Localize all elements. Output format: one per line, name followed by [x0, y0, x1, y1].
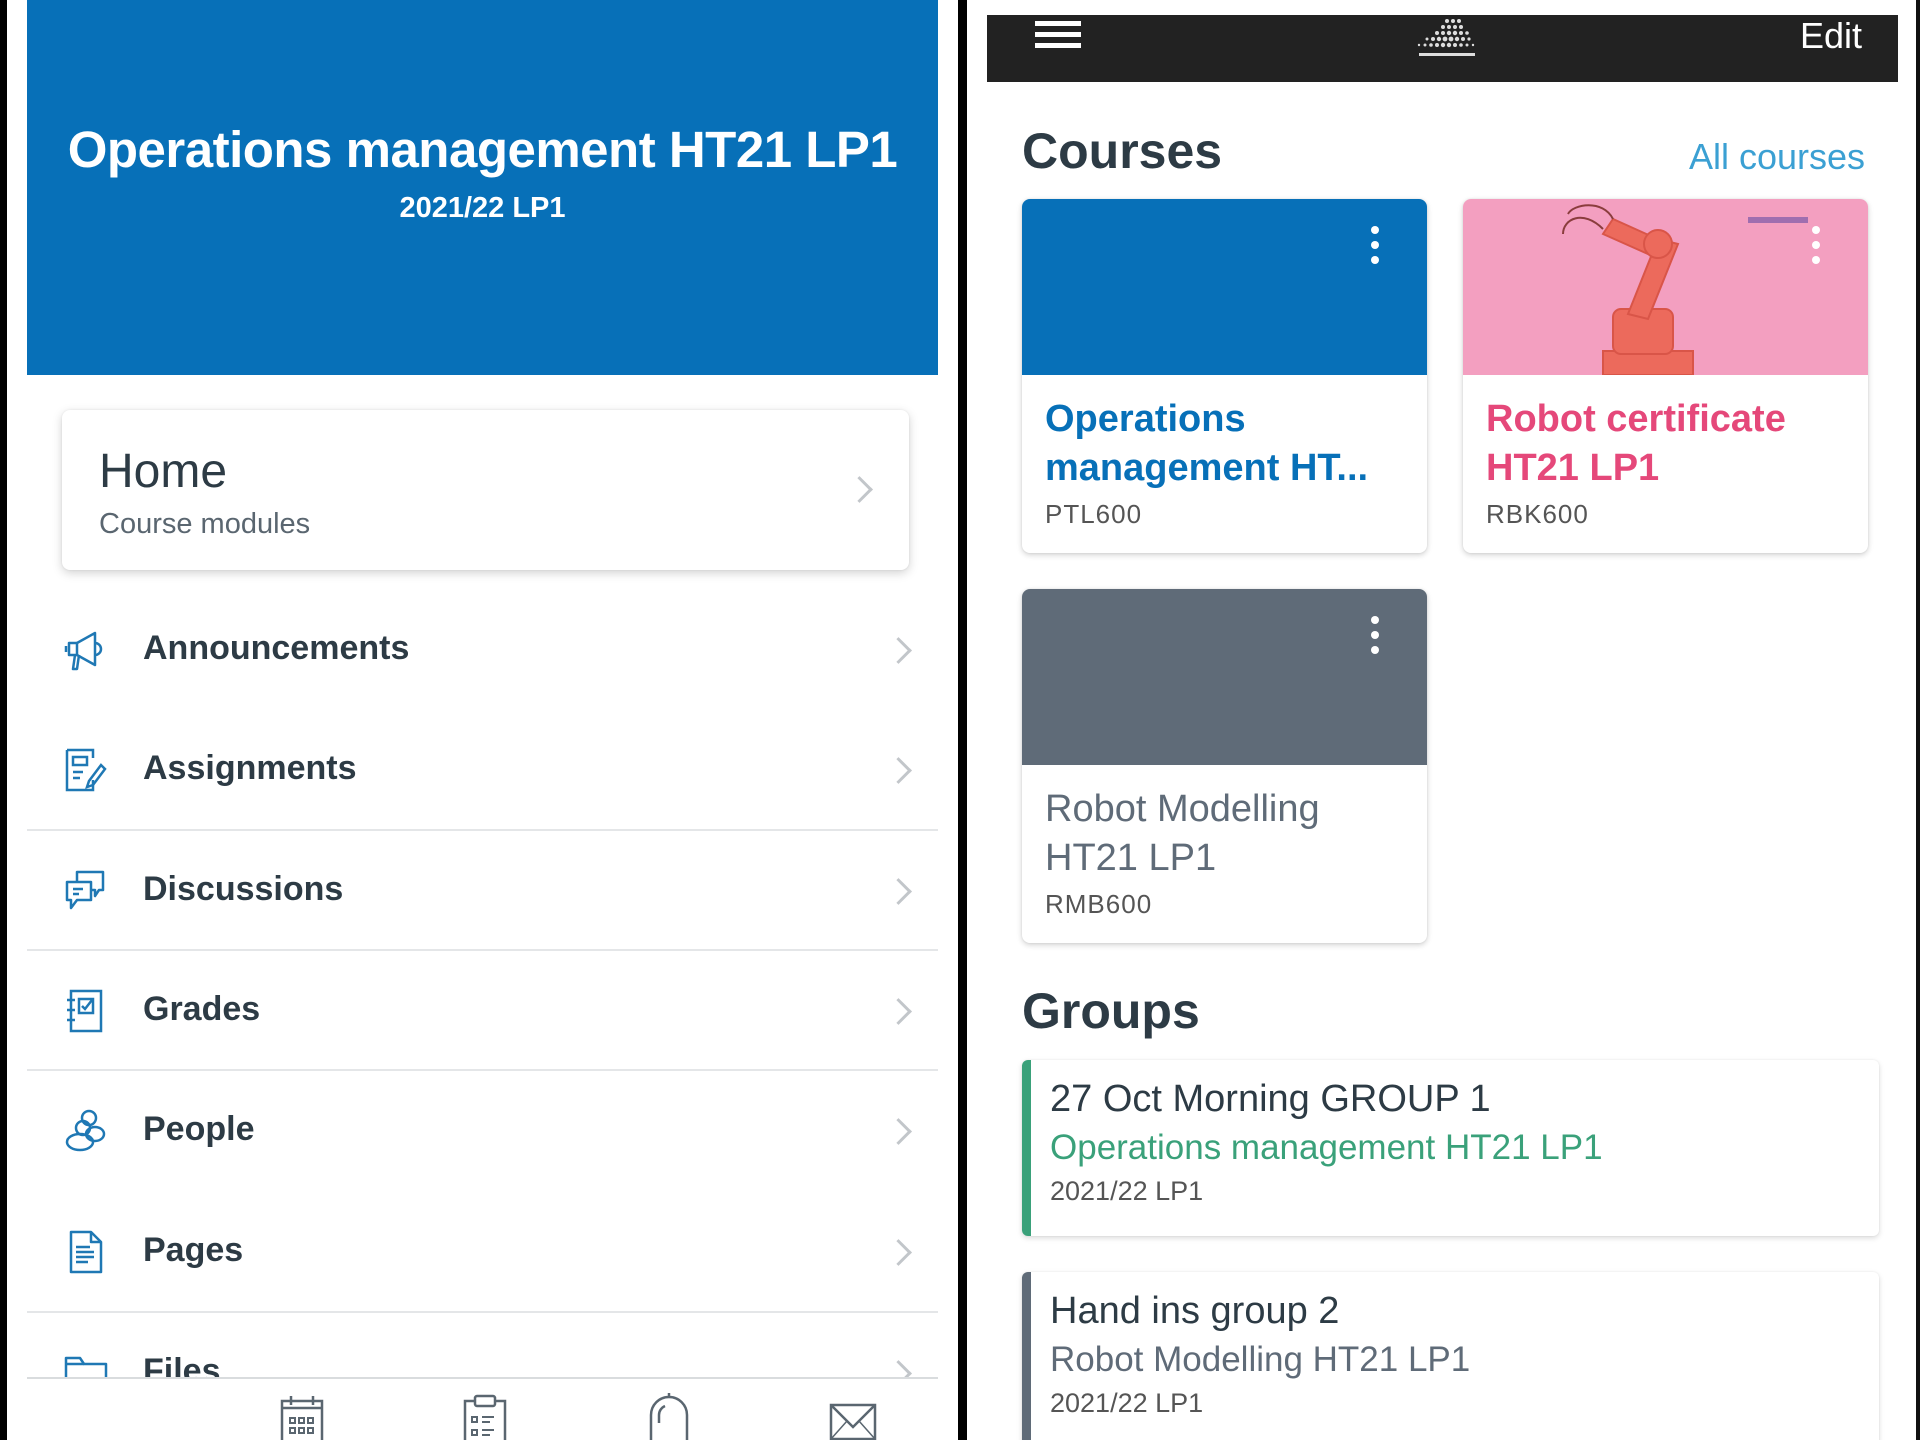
course-navigation-screen: Operations management HT21 LP1 2021/22 L…	[27, 0, 938, 1440]
course-card-code: RMB600	[1045, 889, 1153, 919]
course-card[interactable]: Operations management HT... PTL600	[1022, 199, 1427, 553]
menu-item-label: Announcements	[143, 629, 410, 667]
menu-item-people[interactable]: People	[27, 1070, 938, 1190]
dashboard-screen: Edit Courses All courses Operations mana…	[967, 0, 1916, 1440]
menu-item-assignments[interactable]: Assignments	[27, 709, 938, 829]
course-card-title: Robot Modelling HT21 LP1	[1045, 788, 1320, 879]
group-color-bar	[1022, 1272, 1031, 1440]
courses-heading: Courses	[1022, 123, 1223, 179]
course-term: 2021/22 LP1	[399, 192, 566, 224]
menu-item-announcements[interactable]: Announcements	[27, 589, 938, 709]
document-icon	[69, 1230, 103, 1274]
home-card[interactable]: Home Course modules	[62, 410, 909, 570]
menu-item-grades[interactable]: Grades	[27, 950, 938, 1070]
clipboard-icon[interactable]	[461, 1393, 509, 1440]
course-card-title: Robot certificate HT21 LP1	[1486, 398, 1786, 489]
home-subtitle: Course modules	[99, 508, 311, 540]
screen-edge	[1916, 0, 1920, 1440]
course-card-code: PTL600	[1045, 499, 1143, 529]
chevron-right-icon	[885, 637, 912, 664]
people-icon	[65, 1109, 106, 1152]
course-card-title: Operations management HT...	[1045, 398, 1369, 489]
edit-button[interactable]: Edit	[1800, 15, 1862, 57]
chevron-right-icon	[885, 998, 912, 1025]
group-color-bar	[1022, 1060, 1031, 1236]
bottom-tab-bar	[27, 1377, 938, 1440]
group-term: 2021/22 LP1	[1050, 1388, 1204, 1418]
more-options-icon[interactable]	[1367, 616, 1383, 668]
course-title: Operations management HT21 LP1	[67, 121, 898, 178]
gradebook-icon	[67, 989, 103, 1033]
chevron-right-icon	[885, 878, 912, 905]
group-card[interactable]: 27 Oct Morning GROUP 1 Operations manage…	[1022, 1060, 1879, 1236]
hamburger-icon[interactable]	[1035, 21, 1081, 57]
group-name: 27 Oct Morning GROUP 1	[1050, 1078, 1491, 1120]
university-logo	[1417, 19, 1475, 56]
course-card-code: RBK600	[1486, 499, 1589, 529]
discussion-icon	[65, 870, 105, 910]
menu-item-discussions[interactable]: Discussions	[27, 830, 938, 950]
top-navigation-bar: Edit	[987, 15, 1898, 82]
all-courses-link[interactable]: All courses	[1689, 136, 1865, 178]
chevron-right-icon	[885, 1239, 912, 1266]
group-card[interactable]: Hand ins group 2 Robot Modelling HT21 LP…	[1022, 1272, 1879, 1440]
screen-divider	[958, 0, 967, 1440]
menu-item-label: People	[143, 1110, 255, 1148]
more-options-icon[interactable]	[1808, 226, 1824, 278]
assignment-icon	[65, 748, 107, 792]
group-course: Operations management HT21 LP1	[1050, 1128, 1603, 1167]
chevron-right-icon	[846, 476, 873, 503]
menu-item-label: Grades	[143, 990, 261, 1028]
course-header: Operations management HT21 LP1 2021/22 L…	[27, 0, 938, 375]
megaphone-icon	[64, 631, 103, 671]
chevron-right-icon	[885, 757, 912, 784]
groups-heading: Groups	[1022, 983, 1200, 1039]
group-course: Robot Modelling HT21 LP1	[1050, 1340, 1471, 1379]
menu-item-label: Discussions	[143, 870, 344, 908]
chevron-right-icon	[885, 1118, 912, 1145]
course-card[interactable]: Robot Modelling HT21 LP1 RMB600	[1022, 589, 1427, 943]
mail-icon[interactable]	[829, 1393, 877, 1440]
calendar-icon[interactable]	[278, 1393, 326, 1440]
course-card[interactable]: Robot certificate HT21 LP1 RBK600	[1463, 199, 1868, 553]
group-term: 2021/22 LP1	[1050, 1176, 1204, 1206]
more-options-icon[interactable]	[1367, 226, 1383, 278]
bell-icon[interactable]	[645, 1393, 693, 1440]
screen-edge	[0, 0, 7, 1440]
menu-item-label: Assignments	[143, 749, 357, 787]
menu-item-pages[interactable]: Pages	[27, 1191, 938, 1311]
group-name: Hand ins group 2	[1050, 1290, 1340, 1332]
menu-item-label: Pages	[143, 1231, 244, 1269]
home-title: Home	[99, 445, 228, 498]
